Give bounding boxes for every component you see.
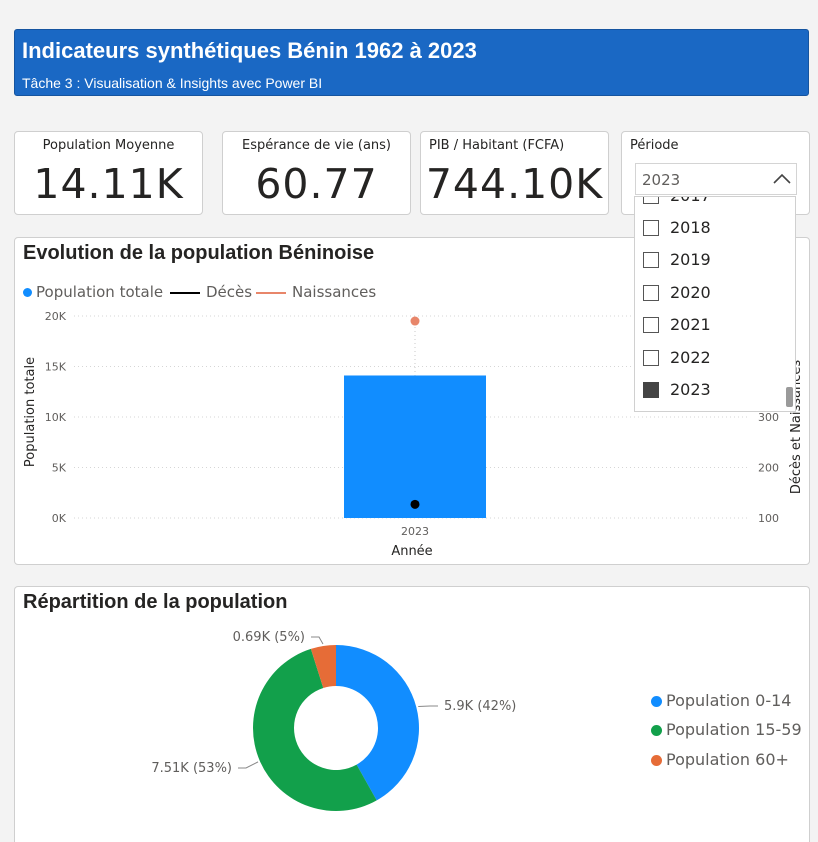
x-tick-label: 2023 <box>401 525 429 538</box>
slicer-option-2023[interactable]: 2023 <box>643 379 783 403</box>
bar-population-2023[interactable] <box>344 375 486 518</box>
point-d-c-s-2023[interactable] <box>410 499 420 509</box>
y-tick-label: 10K <box>45 411 67 424</box>
legend-dot-icon <box>651 755 662 766</box>
y-tick-label: 0K <box>52 512 67 525</box>
data-label: 5.9K (42%) <box>444 699 516 714</box>
option-label: 2019 <box>670 250 711 269</box>
legend-label: Population 0-14 <box>666 691 792 710</box>
kpi-card-population[interactable]: Population Moyenne 14.11K <box>14 131 203 215</box>
slicer-option-2017[interactable]: 2017 <box>643 197 783 209</box>
kpi-value: 60.77 <box>255 160 378 208</box>
checkbox[interactable] <box>643 317 659 333</box>
period-dropdown-list[interactable]: 2017 2018 2019 2020 2021 2022 2023 <box>634 196 796 412</box>
slicer-title: Période <box>630 138 679 153</box>
y-tick-label: 5K <box>52 462 67 475</box>
y2-tick-label: 200 <box>758 462 779 475</box>
y2-tick-label: 300 <box>758 411 779 424</box>
option-label: 2018 <box>670 218 711 237</box>
checkbox[interactable] <box>643 197 659 204</box>
y-tick-label: 20K <box>45 310 67 323</box>
checkbox[interactable] <box>643 285 659 301</box>
checkbox-checked[interactable] <box>643 382 659 398</box>
slicer-option-2020[interactable]: 2020 <box>643 282 783 306</box>
report-title: Indicateurs synthétiques Bénin 1962 à 20… <box>22 38 477 63</box>
y-axis-title: Population totale <box>23 357 38 467</box>
y-tick-label: 15K <box>45 361 67 374</box>
kpi-value: 14.11K <box>33 160 184 208</box>
checkbox[interactable] <box>643 350 659 366</box>
kpi-card-gdp[interactable]: PIB / Habitant (FCFA) 744.10K <box>420 131 609 215</box>
slicer-option-2021[interactable]: 2021 <box>643 314 783 338</box>
data-label: 0.69K (5%) <box>233 630 305 645</box>
leader-line <box>238 761 259 769</box>
leader-line <box>311 636 324 645</box>
period-dropdown[interactable]: 2023 <box>635 163 797 195</box>
legend-dot-icon <box>651 696 662 707</box>
kpi-card-life-expectancy[interactable]: Espérance de vie (ans) 60.77 <box>222 131 411 215</box>
y2-tick-label: 100 <box>758 512 779 525</box>
option-label: 2023 <box>670 380 711 399</box>
point-naissances-2023[interactable] <box>410 316 420 326</box>
legend-dot-icon <box>651 725 662 736</box>
checkbox[interactable] <box>643 220 659 236</box>
chevron-up-icon[interactable] <box>772 170 792 188</box>
legend-item-60-plus[interactable]: Population 60+ <box>651 750 789 769</box>
legend-item-15-59[interactable]: Population 15-59 <box>651 720 802 739</box>
scrollbar-thumb[interactable] <box>786 387 793 407</box>
distribution-donut-chart: 5.9K (42%) 7.51K (53%) 0.69K (5%) <box>151 630 516 811</box>
kpi-value: 744.10K <box>425 160 604 208</box>
report-subtitle: Tâche 3 : Visualisation & Insights avec … <box>22 75 323 91</box>
kpi-label: Espérance de vie (ans) <box>241 138 391 153</box>
kpi-label: Population Moyenne <box>42 138 175 153</box>
legend-label: Population 15-59 <box>666 720 802 739</box>
kpi-label: PIB / Habitant (FCFA) <box>429 138 565 153</box>
option-label: 2017 <box>670 197 711 205</box>
slicer-option-2019[interactable]: 2019 <box>643 249 783 273</box>
checkbox[interactable] <box>643 252 659 268</box>
data-label: 7.51K (53%) <box>151 761 232 776</box>
option-label: 2021 <box>670 315 711 334</box>
legend-label: Population 60+ <box>666 750 789 769</box>
option-label: 2020 <box>670 283 711 302</box>
slicer-option-2018[interactable]: 2018 <box>643 217 783 241</box>
slicer-option-2022[interactable]: 2022 <box>643 347 783 371</box>
report-header: Indicateurs synthétiques Bénin 1962 à 20… <box>14 29 809 96</box>
dropdown-selected-value: 2023 <box>642 171 681 189</box>
x-axis-title: Année <box>391 544 432 559</box>
option-label: 2022 <box>670 348 711 367</box>
legend-item-0-14[interactable]: Population 0-14 <box>651 691 791 710</box>
